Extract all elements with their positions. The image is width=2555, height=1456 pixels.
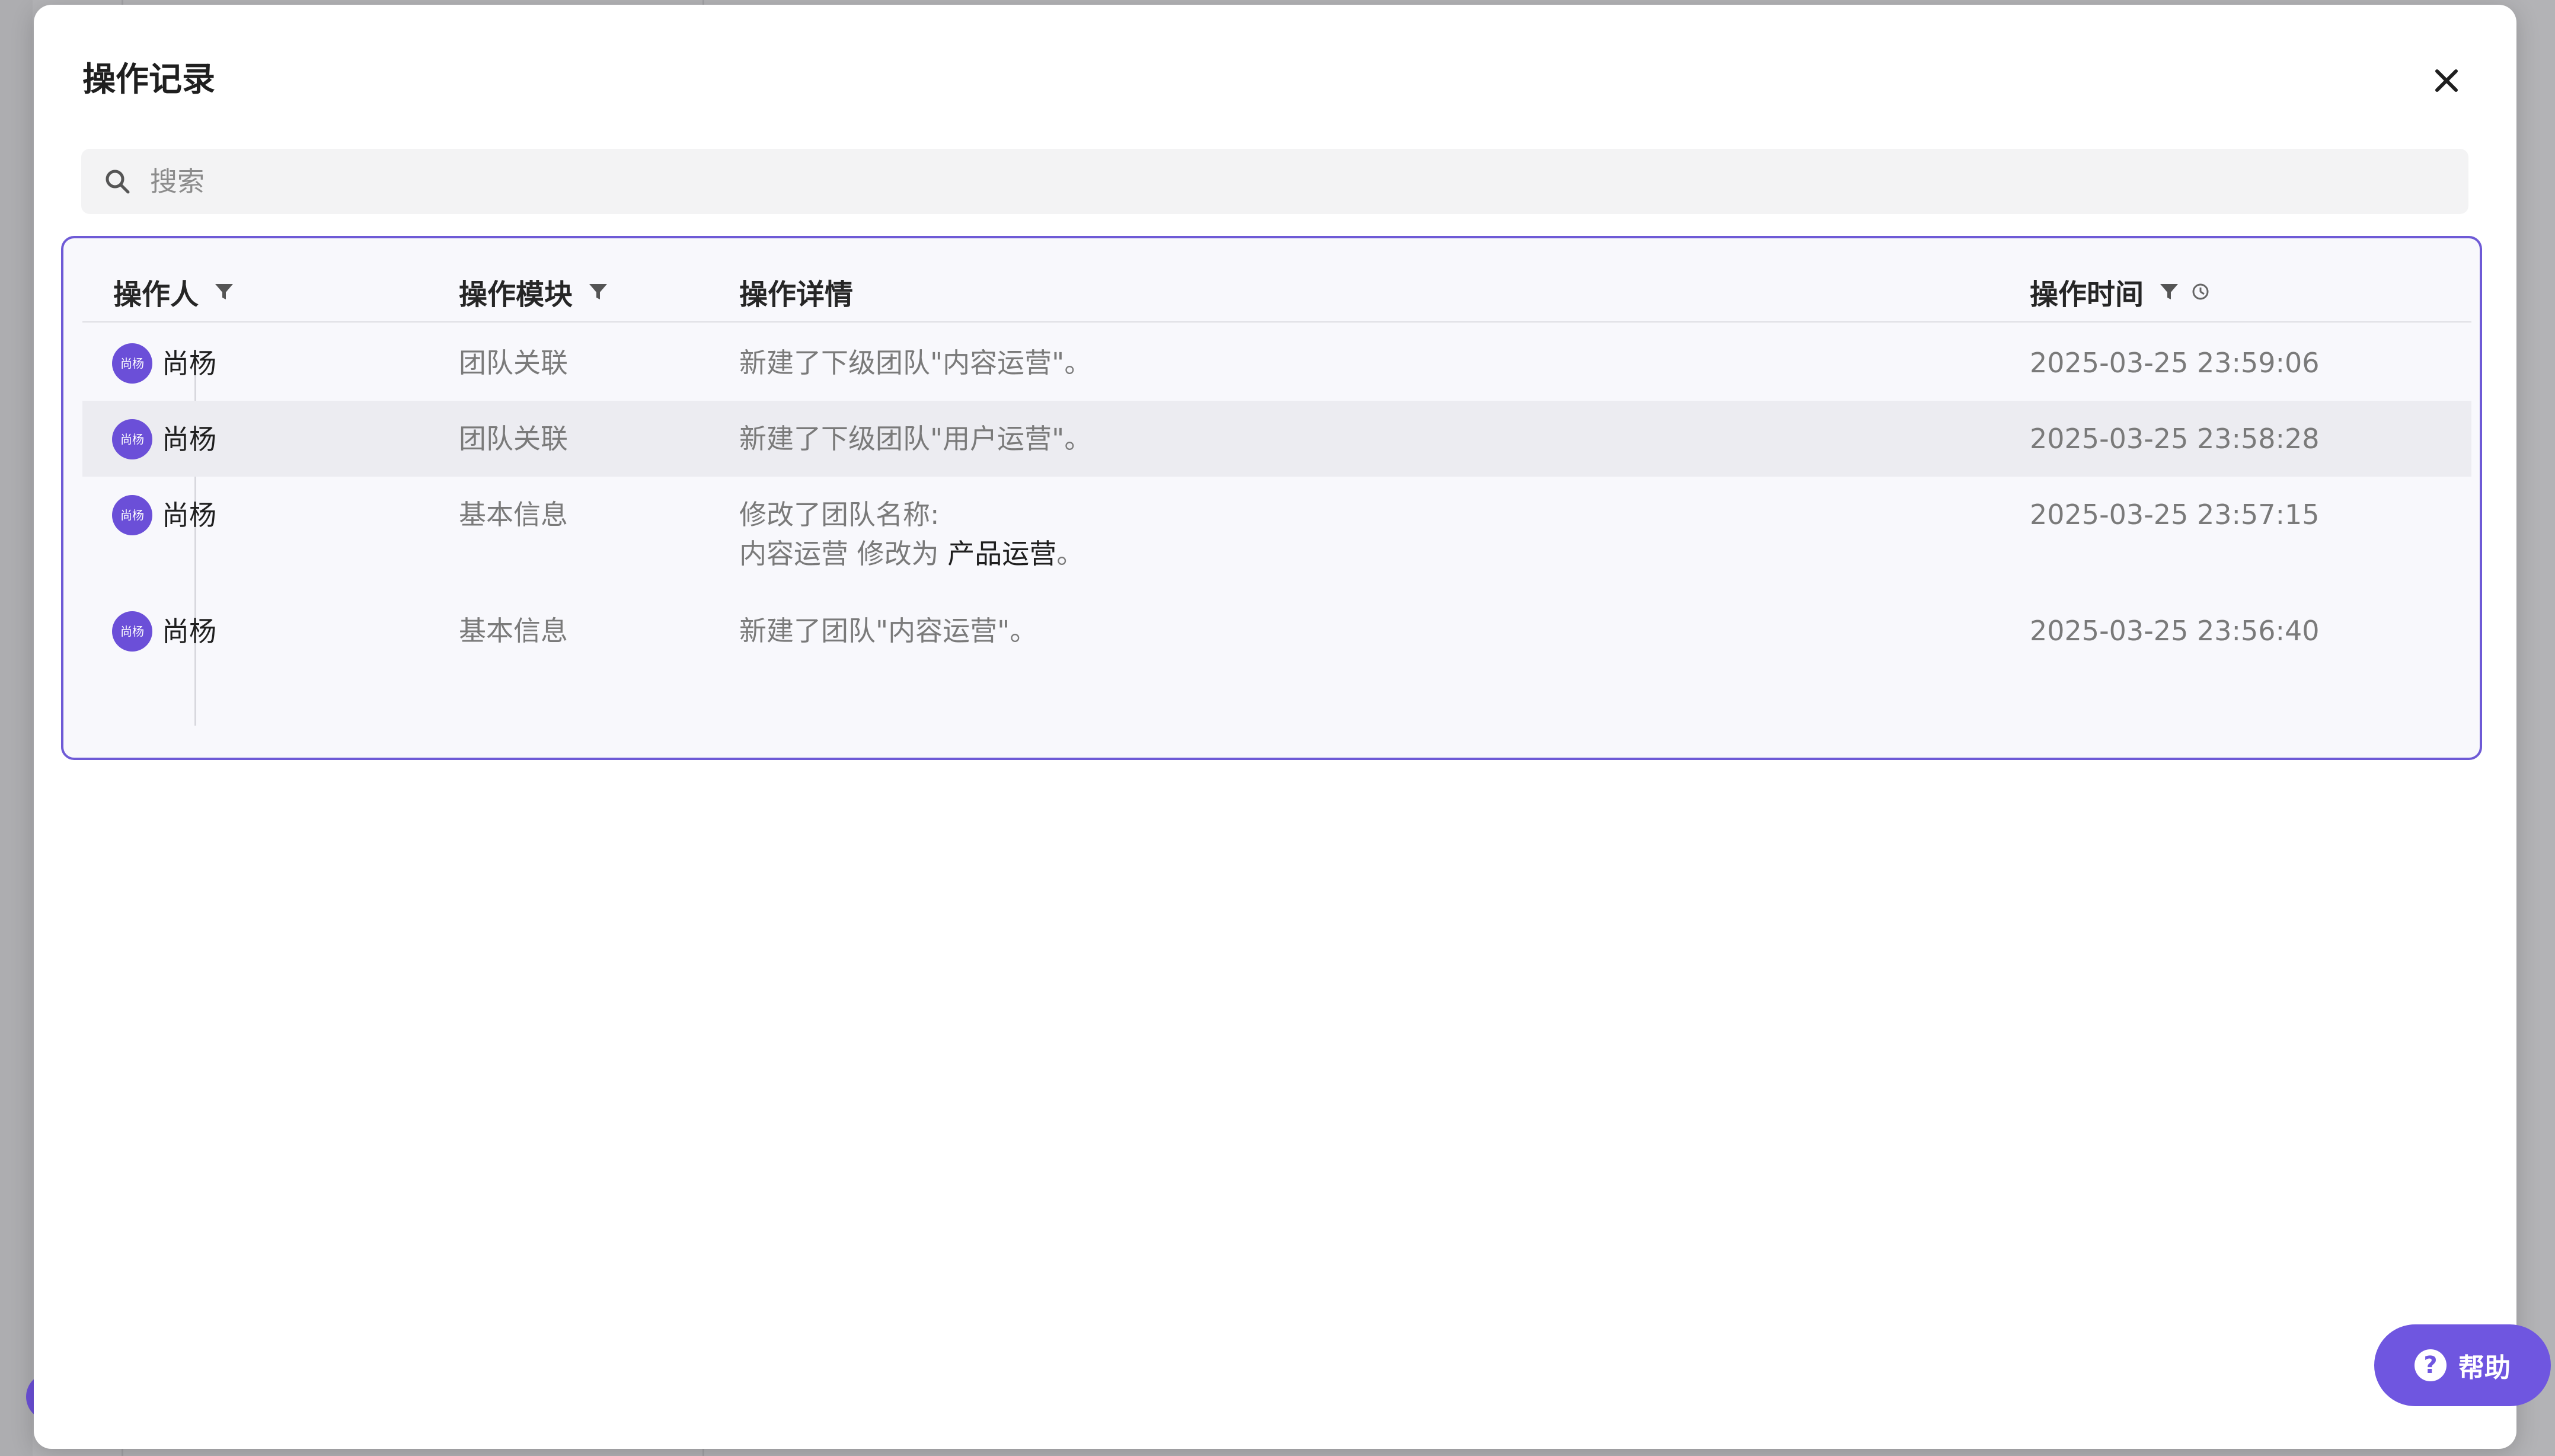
detail-line: 修改了团队名称:	[739, 499, 940, 531]
search-input[interactable]	[149, 165, 2404, 198]
module-cell: 团队关联	[459, 423, 568, 455]
table-header: 操作人 操作模块 操作详情 操作时间	[82, 262, 2471, 323]
table-row[interactable]: 尚杨 尚杨 团队关联 新建了下级团队"用户运营"。 2025-03-25 23:…	[82, 401, 2471, 477]
detail-cell: 新建了下级团队"用户运营"。	[739, 423, 1092, 455]
table-row[interactable]: 尚杨 尚杨 基本信息 修改了团队名称: 内容运营 修改为 产品运营。 2025-…	[82, 477, 2471, 593]
module-cell: 基本信息	[459, 499, 568, 531]
column-label-detail: 操作详情	[739, 278, 854, 311]
operation-log-modal: 操作记录 操作人 操作模块	[34, 5, 2516, 1449]
search-bar[interactable]	[81, 149, 2468, 214]
avatar: 尚杨	[112, 611, 152, 652]
column-header-time: 操作时间	[2030, 262, 2210, 321]
avatar: 尚杨	[112, 419, 152, 459]
filter-icon[interactable]	[588, 282, 608, 302]
detail-suffix: 。	[1056, 538, 1084, 570]
detail-new-value: 产品运营	[947, 538, 1057, 570]
operator-cell: 尚杨 尚杨	[112, 419, 216, 459]
help-button[interactable]: ? 帮助	[2374, 1324, 2551, 1406]
clock-icon[interactable]	[2191, 282, 2210, 301]
operator-cell: 尚杨 尚杨	[112, 611, 216, 652]
module-cell: 团队关联	[459, 347, 568, 379]
detail-cell: 新建了下级团队"内容运营"。	[739, 347, 1092, 379]
operator-cell: 尚杨 尚杨	[112, 495, 216, 535]
help-icon: ?	[2415, 1349, 2447, 1381]
background-sidebar	[0, 0, 33, 1456]
operator-name: 尚杨	[162, 423, 216, 455]
time-cell: 2025-03-25 23:59:06	[2030, 347, 2320, 379]
avatar: 尚杨	[112, 495, 152, 535]
operator-name: 尚杨	[162, 615, 216, 647]
close-button[interactable]	[2423, 58, 2470, 106]
detail-line: 内容运营 修改为 产品运营。	[739, 534, 1084, 573]
time-cell: 2025-03-25 23:58:28	[2030, 423, 2320, 455]
column-header-detail: 操作详情	[739, 262, 853, 321]
detail-cell: 新建了团队"内容运营"。	[739, 615, 1037, 647]
table-row[interactable]: 尚杨 尚杨 基本信息 新建了团队"内容运营"。 2025-03-25 23:56…	[82, 593, 2471, 669]
operator-name: 尚杨	[162, 499, 216, 531]
table-row[interactable]: 尚杨 尚杨 团队关联 新建了下级团队"内容运营"。 2025-03-25 23:…	[82, 325, 2471, 401]
column-label-time: 操作时间	[2030, 278, 2144, 311]
column-label-operator: 操作人	[113, 278, 199, 311]
avatar: 尚杨	[112, 343, 152, 384]
help-label: 帮助	[2458, 1353, 2511, 1383]
time-cell: 2025-03-25 23:57:15	[2030, 499, 2320, 531]
column-header-module: 操作模块	[459, 262, 608, 321]
modal-title: 操作记录	[82, 60, 215, 99]
log-table: 操作人 操作模块 操作详情 操作时间 尚杨 尚杨 团队关联 新建了下级团队"内容…	[61, 236, 2482, 760]
operator-cell: 尚杨 尚杨	[112, 343, 216, 384]
operator-name: 尚杨	[162, 347, 216, 379]
filter-icon[interactable]	[2159, 282, 2179, 302]
module-cell: 基本信息	[459, 615, 568, 647]
column-header-operator: 操作人	[113, 262, 234, 321]
column-label-module: 操作模块	[459, 278, 573, 311]
filter-icon[interactable]	[214, 282, 234, 302]
detail-cell: 修改了团队名称: 内容运营 修改为 产品运营。	[739, 495, 1084, 573]
time-cell: 2025-03-25 23:56:40	[2030, 615, 2320, 647]
close-icon	[2433, 68, 2460, 96]
search-icon	[103, 167, 132, 196]
detail-prefix: 内容运营 修改为	[739, 538, 948, 570]
